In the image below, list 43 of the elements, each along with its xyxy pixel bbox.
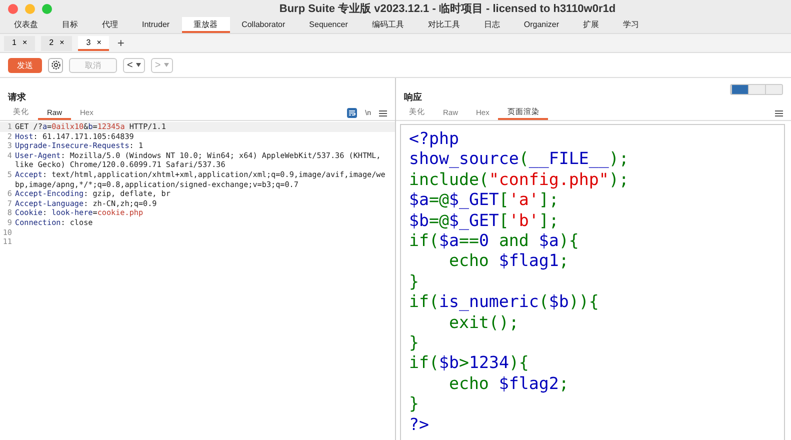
main-tab[interactable]: 重放器 xyxy=(182,17,230,33)
source-line: } xyxy=(409,394,420,415)
back-button[interactable]: < xyxy=(123,58,145,72)
source-line: echo $flag2; xyxy=(448,374,570,394)
request-tab[interactable]: 1 × xyxy=(4,36,36,50)
source-line: $b=@$_GET['b']; xyxy=(409,210,560,232)
window-title: Burp Suite 专业版 v2023.12.1 - 临时项目 - licensed to h3110w0r1d xyxy=(278,2,617,16)
pane-title: 响应 xyxy=(404,91,422,104)
main-tab[interactable]: 扩展 xyxy=(570,17,611,33)
main-tab[interactable]: Intruder xyxy=(130,17,182,33)
main-tab[interactable]: 日志 xyxy=(472,17,512,33)
source-line: } xyxy=(409,272,420,292)
source-line: if($a==0 and $a){ xyxy=(409,231,580,252)
close-icon[interactable] xyxy=(8,4,18,14)
source-line: echo $flag1; xyxy=(448,251,570,272)
request-tab[interactable]: 3 × xyxy=(78,36,110,50)
settings-button[interactable] xyxy=(48,58,63,72)
request-tab[interactable]: 2 × xyxy=(41,36,72,50)
add-tab-button[interactable]: + xyxy=(117,36,124,50)
menu-icon[interactable] xyxy=(379,110,387,116)
pane-title: 请求 xyxy=(8,91,26,104)
main-tab[interactable]: 目标 xyxy=(50,17,90,33)
source-line: include("config.php"); xyxy=(409,170,630,190)
main-tab[interactable]: 编码工具 xyxy=(360,17,416,33)
source-line: <?php xyxy=(409,129,460,150)
source-line: if($b>1234){ xyxy=(409,353,530,374)
main-tab[interactable]: 对比工具 xyxy=(416,17,472,33)
main-tab[interactable]: 仪表盘 xyxy=(2,17,50,33)
main-tab[interactable]: Collaborator xyxy=(230,17,298,33)
main-tab[interactable]: Organizer xyxy=(512,17,571,33)
wrap-icon[interactable] xyxy=(347,108,358,118)
source-line: exit(); xyxy=(448,312,520,334)
menu-icon[interactable] xyxy=(775,110,783,116)
source-line: show_source(__FILE__); xyxy=(409,149,630,170)
layout-toggle[interactable] xyxy=(730,84,783,95)
main-tab[interactable]: 学习 xyxy=(610,17,651,33)
source-line: $a=@$_GET['a']; xyxy=(409,190,560,211)
source-line: if(is_numeric($b)){ xyxy=(409,292,600,313)
source-line: ?> xyxy=(409,414,430,436)
main-tab[interactable]: Sequencer xyxy=(297,17,360,33)
main-tab[interactable]: 代理 xyxy=(90,17,130,33)
source-line: } xyxy=(409,333,420,354)
caret-icon[interactable] xyxy=(136,63,141,67)
